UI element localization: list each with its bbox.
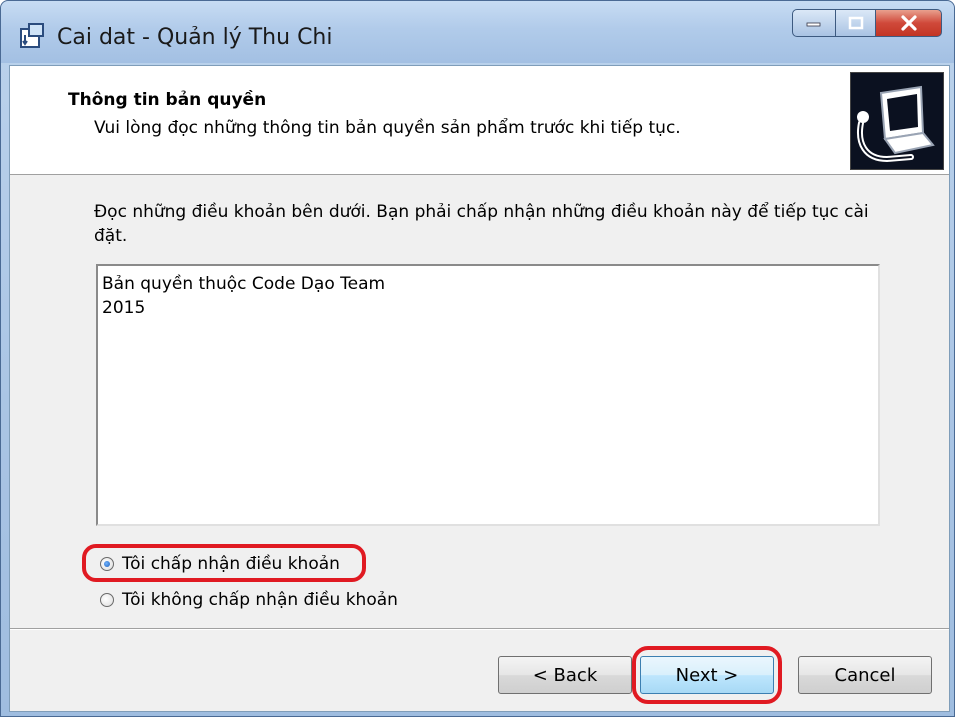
maximize-icon [848, 16, 863, 30]
close-icon [900, 15, 917, 31]
dialog-client-area: Thông tin bản quyền Vui lòng đọc những t… [9, 65, 950, 712]
radio-unchecked-icon[interactable] [100, 593, 114, 607]
instruction-text: Đọc những điều khoản bên dưới. Bạn phải … [94, 202, 869, 246]
installer-window: Cai dat - Quản lý Thu Chi Thông tin bản … [0, 0, 955, 717]
page-subtitle: Vui lòng đọc những thông tin bản quyền s… [94, 118, 681, 138]
title-bar[interactable]: Cai dat - Quản lý Thu Chi [1, 1, 954, 63]
wizard-header: Thông tin bản quyền Vui lòng đọc những t… [10, 66, 949, 175]
cancel-button[interactable]: Cancel [798, 656, 932, 694]
installer-icon [20, 23, 44, 48]
close-button[interactable] [876, 9, 942, 37]
window-title: Cai dat - Quản lý Thu Chi [57, 25, 333, 50]
minimize-icon [806, 22, 821, 27]
back-button[interactable]: < Back [498, 656, 632, 694]
accept-highlight-annotation [82, 544, 366, 582]
next-highlight-annotation [632, 646, 782, 704]
decline-label[interactable]: Tôi không chấp nhận điều khoản [122, 590, 398, 610]
decline-radio-option[interactable]: Tôi không chấp nhận điều khoản [100, 590, 398, 610]
page-title: Thông tin bản quyền [68, 90, 267, 110]
minimize-button[interactable] [792, 9, 836, 37]
license-textarea[interactable]: Bản quyền thuộc Code Dạo Team 2015 [96, 264, 880, 526]
caption-buttons [792, 9, 942, 39]
footer-divider [10, 628, 949, 630]
maximize-button[interactable] [836, 9, 876, 37]
computer-install-icon [850, 72, 944, 170]
